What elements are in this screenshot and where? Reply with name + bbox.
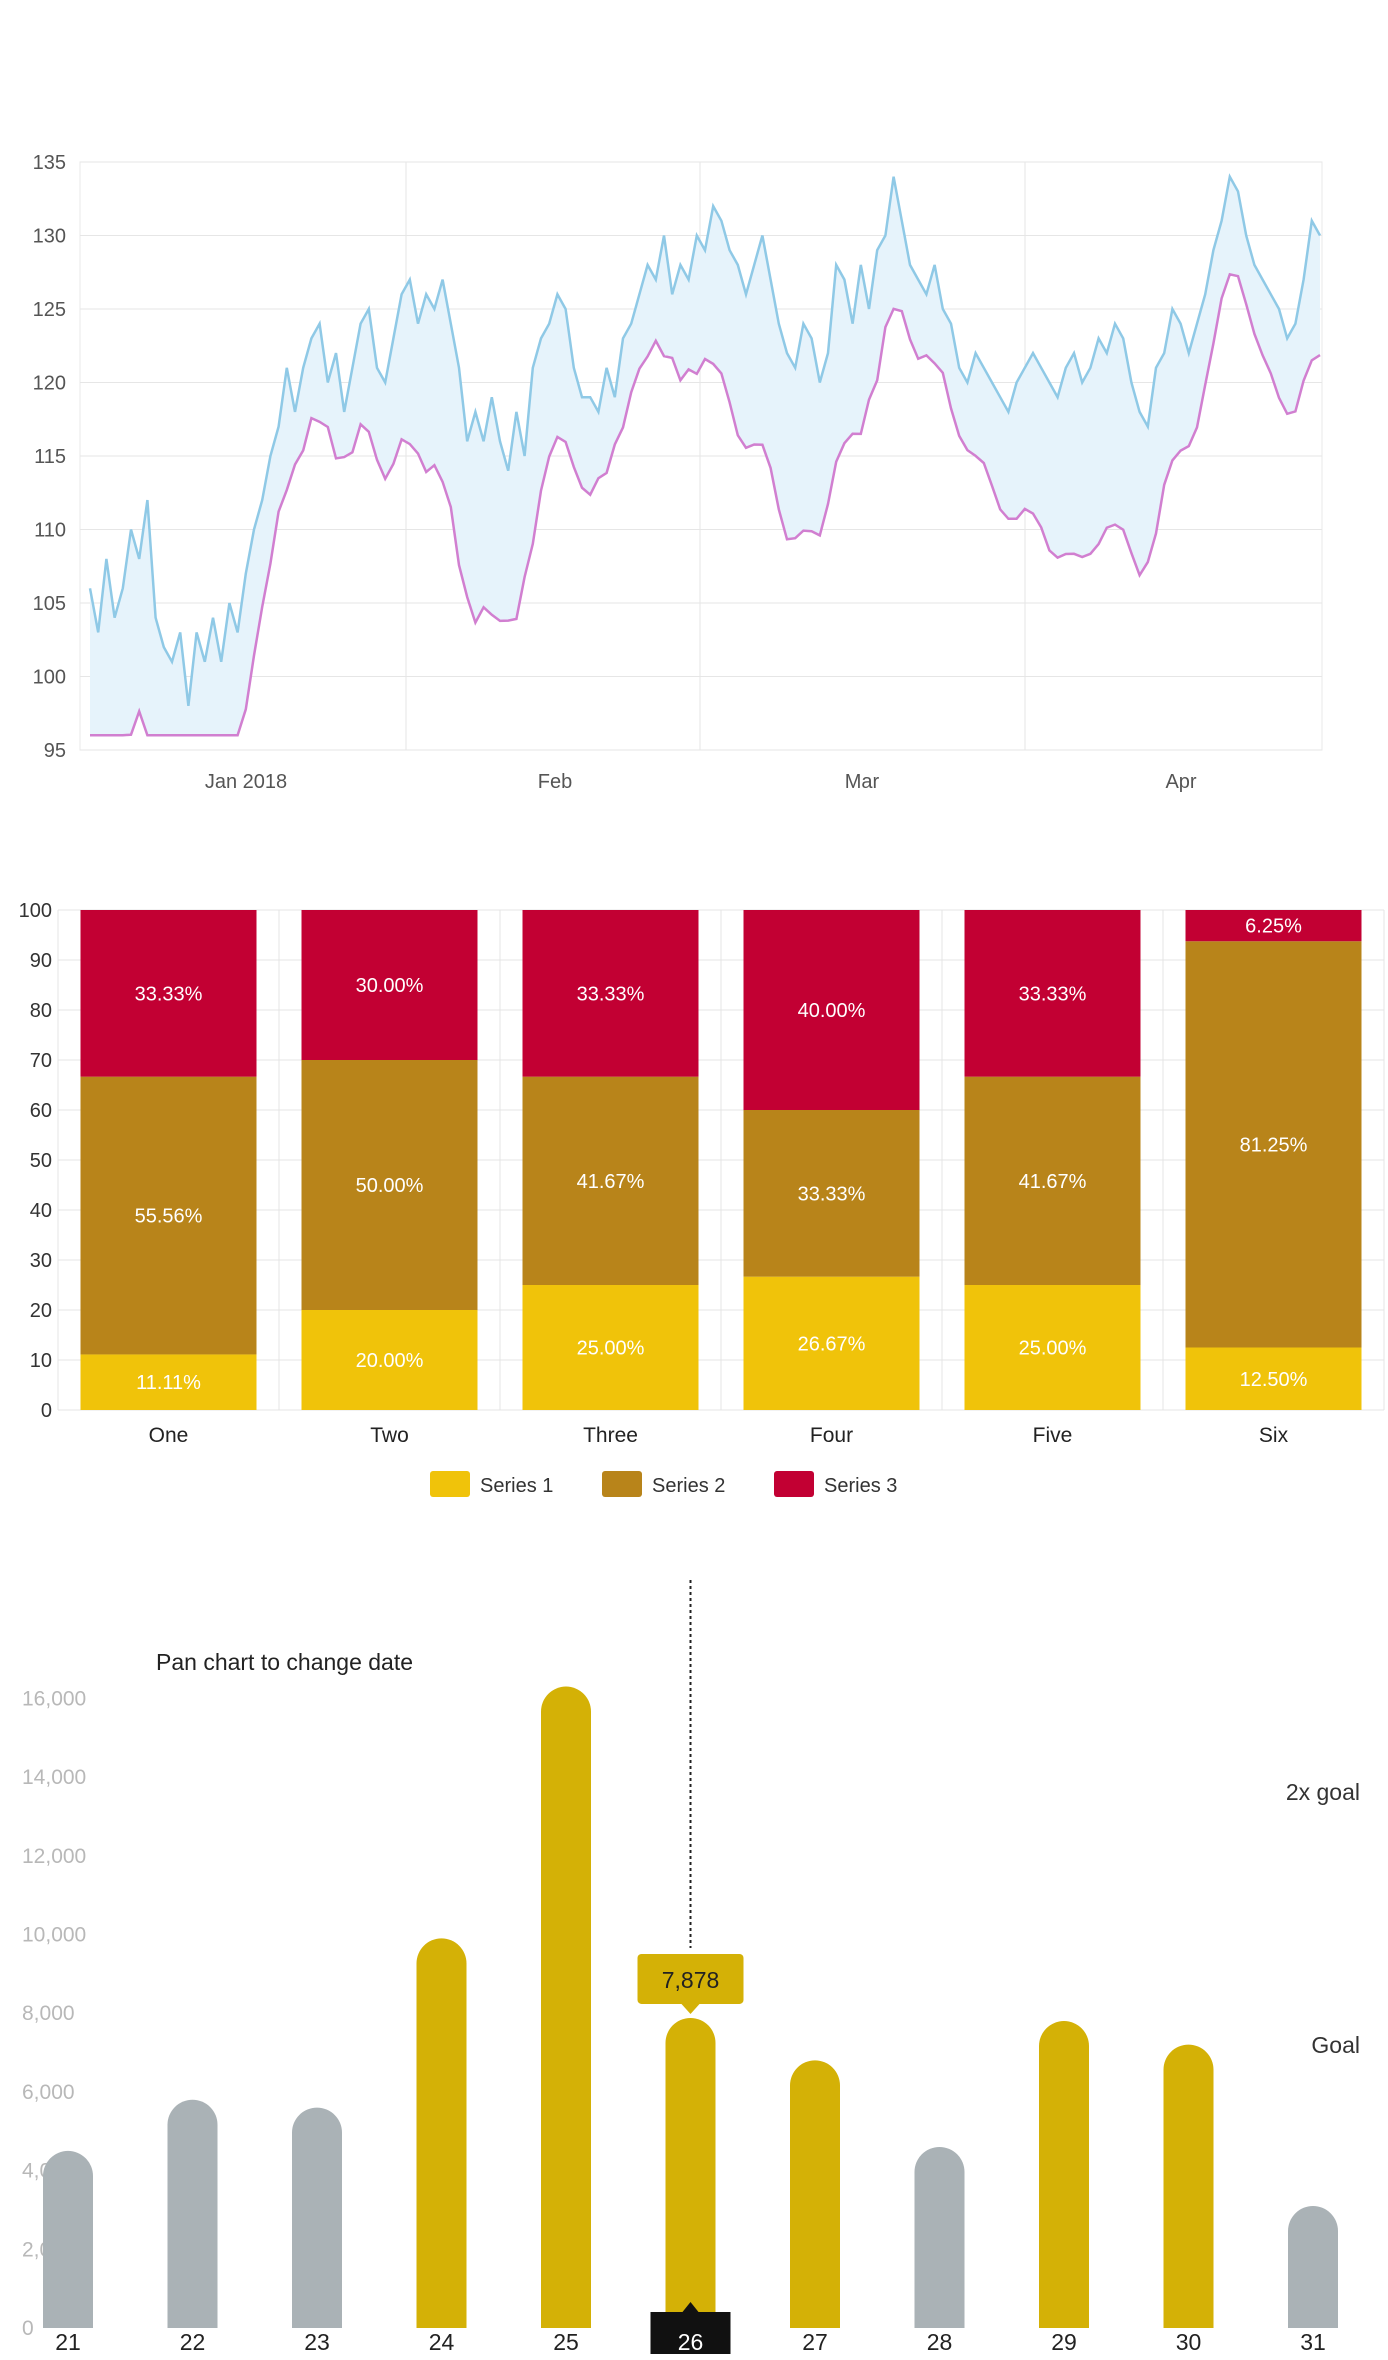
data-label: 12.50%: [1240, 1369, 1308, 1391]
y-tick-label: 115: [34, 446, 66, 468]
data-label: 25.00%: [1019, 1338, 1087, 1360]
bar: [790, 2060, 840, 2328]
data-label: 33.33%: [577, 983, 645, 1005]
y-tick-label: 80: [30, 1000, 52, 1022]
data-label: 33.33%: [1019, 983, 1087, 1005]
y-tick-label: 10: [30, 1350, 52, 1372]
legend-swatch: [430, 1471, 470, 1497]
y-tick-label: 8,000: [22, 2002, 75, 2025]
bar: [292, 2107, 342, 2328]
x-tick-label: 28: [927, 2329, 953, 2355]
data-label: 11.11%: [136, 1372, 201, 1394]
stacked-percent-bar-chart: 0 10 20 30 40 50 60 70 80 90 100 11.11% 55.56% 33.33%…: [19, 900, 1385, 1497]
y-tick-label: 125: [33, 299, 66, 321]
y-tick-label: 130: [33, 226, 66, 248]
x-tick-label: Three: [583, 1424, 638, 1447]
bar: [914, 2146, 965, 2328]
data-label: 30.00%: [356, 975, 424, 997]
y-tick-label: 0: [22, 2317, 34, 2340]
legend-label: Series 3: [824, 1475, 897, 1497]
legend-label: Series 1: [480, 1475, 553, 1497]
y-tick-label: 95: [44, 740, 66, 762]
bar: [1288, 2206, 1338, 2328]
x-tick-label: 22: [180, 2329, 206, 2355]
goal-label: Goal: [1311, 2032, 1360, 2058]
bar: [1163, 2044, 1214, 2328]
x-tick-label: 21: [55, 2329, 81, 2355]
x-tick-label: 25: [553, 2329, 579, 2355]
data-label: 81.25%: [1240, 1134, 1308, 1156]
y-tick-label: 110: [34, 520, 66, 542]
y-tick-label: 0: [41, 1400, 52, 1422]
line-area-chart: 95 100 105 110 115 120 125 130 135 Jan 2018 Feb Mar…: [33, 152, 1323, 793]
y-tick-label: 40: [30, 1200, 52, 1222]
data-label: 33.33%: [135, 983, 203, 1005]
data-label: 41.67%: [1019, 1171, 1087, 1193]
bar: [665, 2017, 716, 2328]
x-tick-label: Four: [810, 1424, 853, 1447]
y-tick-label: 100: [19, 900, 52, 922]
x-tick-label: Six: [1259, 1424, 1289, 1447]
y-tick-label: 50: [30, 1150, 52, 1172]
value-tooltip-label: 7,878: [662, 1967, 720, 1993]
y-tick-label: 60: [30, 1100, 52, 1122]
data-label: 20.00%: [356, 1350, 424, 1372]
data-label: 55.56%: [135, 1206, 203, 1228]
x-tick-label: 29: [1051, 2329, 1077, 2355]
y-tick-label: 70: [30, 1050, 52, 1072]
x-tick-label: 24: [429, 2329, 455, 2355]
y-tick-label: 120: [33, 373, 66, 395]
y-tick-label: 16,000: [22, 1687, 86, 1710]
y-tick-label: 20: [30, 1300, 52, 1322]
x-tick-label: Five: [1033, 1424, 1073, 1447]
legend-swatch: [774, 1471, 814, 1497]
goal2x-label: 2x goal: [1286, 1779, 1360, 1805]
chart-annotation: Pan chart to change date: [156, 1649, 413, 1675]
data-label: 6.25%: [1245, 916, 1302, 938]
daily-steps-bar-chart[interactable]: 02,0004,0006,0008,00010,00012,00014,0001…: [0, 1560, 1388, 2360]
bar: [1039, 2021, 1089, 2328]
x-tick-label: 30: [1176, 2329, 1202, 2355]
y-tick-label: 100: [33, 667, 66, 689]
data-label: 25.00%: [577, 1338, 645, 1360]
data-label: 33.33%: [798, 1183, 866, 1205]
x-tick-label: Jan 2018: [205, 771, 287, 793]
y-tick-label: 10,000: [22, 1923, 86, 1946]
x-tick-label: Apr: [1165, 771, 1196, 793]
y-tick-label: 105: [33, 593, 66, 615]
value-tooltip-pointer: [681, 2003, 700, 2014]
x-tick-label: 23: [304, 2329, 330, 2355]
y-tick-label: 30: [30, 1250, 52, 1272]
bar: [167, 2099, 218, 2328]
x-tick-label: Two: [370, 1424, 409, 1447]
data-label: 50.00%: [356, 1175, 424, 1197]
bar: [541, 1686, 591, 2328]
legend-label: Series 2: [652, 1475, 725, 1497]
data-label: 40.00%: [798, 1000, 866, 1022]
y-tick-label: 90: [30, 950, 52, 972]
y-tick-label: 14,000: [22, 1766, 86, 1789]
y-tick-label: 6,000: [22, 2081, 75, 2104]
bar: [43, 2150, 93, 2328]
data-label: 26.67%: [798, 1333, 866, 1355]
x-tick-label: One: [149, 1424, 189, 1447]
x-tick-label: 31: [1300, 2329, 1326, 2355]
x-tick-label: Feb: [538, 771, 572, 793]
bar: [416, 1938, 467, 2328]
legend-swatch: [602, 1471, 642, 1497]
y-tick-label: 12,000: [22, 1845, 86, 1868]
x-tick-label: Mar: [845, 771, 880, 793]
x-tick-label: 27: [802, 2329, 828, 2355]
x-tick-label: 26: [678, 2329, 704, 2355]
y-tick-label: 135: [33, 152, 66, 174]
data-label: 41.67%: [577, 1171, 645, 1193]
